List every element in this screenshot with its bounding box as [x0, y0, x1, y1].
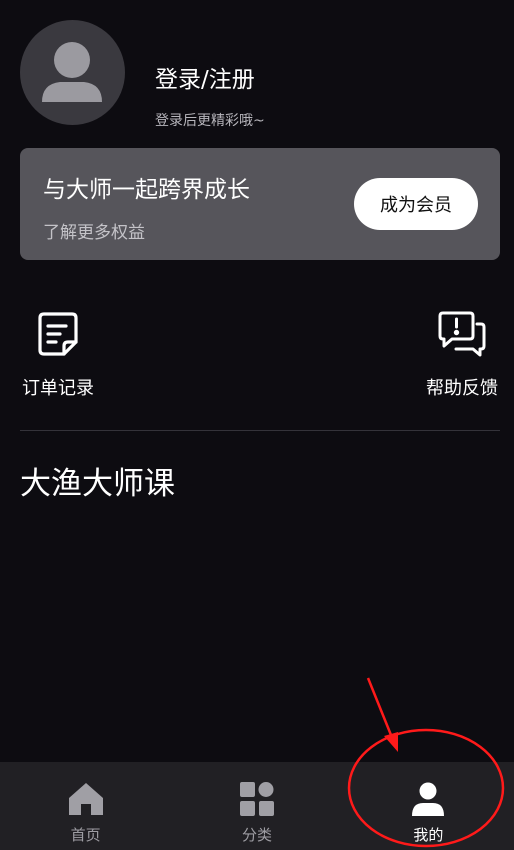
tab-category[interactable]: 分类 — [171, 762, 342, 850]
become-member-button[interactable]: 成为会员 — [354, 178, 478, 230]
vip-card-subtitle[interactable]: 了解更多权益 — [43, 218, 145, 243]
help-feedback-shortcut[interactable]: 帮助反馈 — [426, 310, 498, 400]
tab-profile[interactable]: 我的 — [343, 762, 514, 850]
annotation-arrow-line — [366, 677, 395, 741]
category-icon — [239, 782, 275, 820]
help-feedback-label: 帮助反馈 — [426, 378, 498, 399]
profile-icon — [410, 782, 446, 820]
tab-home[interactable]: 首页 — [0, 762, 171, 850]
user-avatar-icon[interactable] — [20, 20, 125, 125]
bottom-tab-bar: 首页 分类 我的 — [0, 762, 514, 850]
order-record-label: 订单记录 — [22, 378, 94, 399]
vip-membership-card[interactable]: 与大师一起跨界成长 了解更多权益 成为会员 — [20, 148, 500, 260]
help-feedback-icon — [436, 310, 488, 362]
login-register-link[interactable]: 登录/注册 — [155, 60, 255, 94]
login-subtitle: 登录后更精彩哦~ — [155, 113, 265, 129]
vip-card-title: 与大师一起跨界成长 — [43, 177, 250, 203]
order-record-icon — [34, 310, 82, 362]
order-record-shortcut[interactable]: 订单记录 — [22, 310, 94, 400]
master-course-section-title: 大渔大师课 — [20, 466, 175, 502]
section-divider — [20, 430, 500, 431]
tab-category-label: 分类 — [241, 826, 272, 844]
tab-home-label: 首页 — [70, 826, 101, 844]
tab-profile-label: 我的 — [413, 826, 444, 844]
annotation-arrow-head — [384, 732, 398, 752]
home-icon — [68, 782, 104, 820]
profile-header[interactable]: 登录/注册 登录后更精彩哦~ — [20, 20, 500, 129]
